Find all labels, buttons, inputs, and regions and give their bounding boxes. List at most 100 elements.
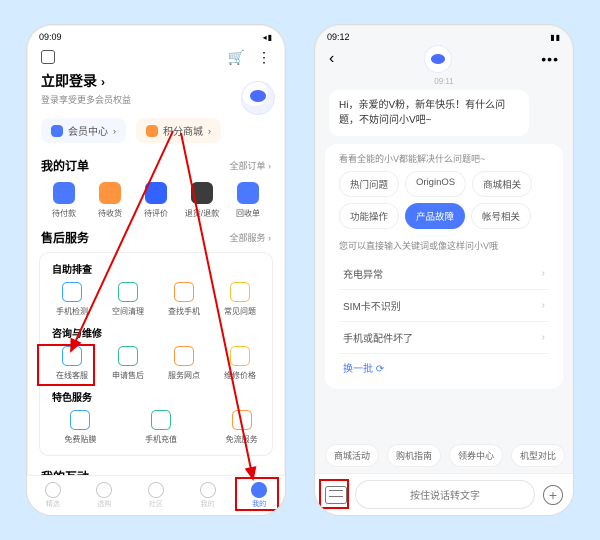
faq-item[interactable]: 充电异常› — [339, 258, 549, 290]
svc-storage-clean[interactable]: 空间清理 — [100, 282, 156, 317]
svc-free-film[interactable]: 免费贴膜 — [54, 410, 107, 445]
message-time: 09:11 — [315, 77, 573, 86]
recharge-icon — [151, 410, 171, 430]
film-icon — [70, 410, 90, 430]
chevron-right-icon: › — [113, 126, 116, 136]
pin-icon — [174, 346, 194, 366]
header-row: 🛒 ⋮ — [27, 45, 285, 69]
chevron-right-icon: › — [542, 300, 545, 311]
input-bar: 按住说话转文字 + — [315, 473, 573, 515]
assistant-avatar[interactable] — [241, 81, 275, 115]
status-bar: 09:09 ◂▮ — [27, 25, 285, 45]
back-icon[interactable]: ‹ — [329, 50, 334, 68]
status-time: 09:12 — [327, 32, 350, 42]
chevron-right-icon: › — [208, 126, 211, 136]
tab-community[interactable]: 社区 — [130, 476, 182, 515]
question-icon — [230, 282, 250, 302]
chevron-right-icon: › — [542, 332, 545, 343]
chevron-right-icon: › — [101, 75, 105, 89]
login-title: 立即登录 — [41, 73, 97, 89]
recycle-icon — [237, 182, 259, 204]
left-phone: 09:09 ◂▮ 🛒 ⋮ 立即登录 › 登录享受更多会员权益 会员中心 › 积分商… — [26, 24, 286, 516]
cat-product-fault[interactable]: 产品故障 — [405, 203, 465, 229]
member-center-chip[interactable]: 会员中心 › — [41, 118, 126, 143]
refund-icon — [191, 182, 213, 204]
cart-icon[interactable]: 🛒 — [228, 49, 245, 66]
plus-icon[interactable]: + — [543, 485, 563, 505]
cat-hot[interactable]: 热门问题 — [339, 171, 399, 197]
quick-coupons[interactable]: 领券中心 — [449, 444, 503, 467]
package-icon — [99, 182, 121, 204]
order-pending-pay[interactable]: 待付款 — [41, 182, 87, 219]
status-icons: ◂▮ — [263, 33, 273, 42]
status-bar: 09:12 ▮▮ — [315, 25, 573, 45]
annotation-box — [235, 477, 279, 511]
cat-originos[interactable]: OriginOS — [405, 171, 466, 197]
quick-links: 商城活动 购机指南 领券中心 机型对比 以 — [315, 438, 573, 473]
tab-shop[interactable]: 选购 — [79, 476, 131, 515]
svc-find-phone[interactable]: 查找手机 — [156, 282, 212, 317]
phone-check-icon — [62, 282, 82, 302]
clean-icon — [118, 282, 138, 302]
settings-hex-icon[interactable] — [41, 50, 55, 64]
tab-service[interactable]: 我的 — [182, 476, 234, 515]
cat-account[interactable]: 帐号相关 — [471, 203, 531, 229]
refresh-button[interactable]: 换一批 ⟳ — [339, 354, 549, 381]
right-phone: 09:12 ▮▮ ‹ ••• 09:11 Hi，亲爱的V粉，新年快乐！有什么问题… — [314, 24, 574, 516]
kebab-icon[interactable]: ⋮ — [257, 49, 271, 66]
chevron-right-icon: › — [542, 268, 545, 279]
form-icon — [118, 346, 138, 366]
diamond-icon — [51, 125, 63, 137]
service-title: 售后服务 — [41, 229, 89, 246]
left-scroll: 09:09 ◂▮ 🛒 ⋮ 立即登录 › 登录享受更多会员权益 会员中心 › 积分商… — [27, 25, 285, 515]
wallet-icon — [53, 182, 75, 204]
orders-more[interactable]: 全部订单 › — [230, 159, 272, 172]
quick-guide[interactable]: 购机指南 — [387, 444, 441, 467]
chat-header: ‹ ••• — [315, 45, 573, 73]
order-refund[interactable]: 退货/退款 — [179, 182, 225, 219]
heart-icon — [45, 482, 61, 498]
locate-icon — [174, 282, 194, 302]
orders-title: 我的订单 — [41, 157, 89, 174]
greeting-bubble: Hi，亲爱的V粉，新年快乐！有什么问题，不妨问问小V吧~ — [329, 90, 529, 136]
status-time: 09:09 — [39, 32, 62, 42]
svc-faq[interactable]: 常见问题 — [212, 282, 268, 317]
coin-icon — [146, 125, 158, 137]
faq-hint: 您可以直接输入关键词或像这样问小V哦 — [339, 239, 549, 252]
order-recycle[interactable]: 回收单 — [225, 182, 271, 219]
svc-service-point[interactable]: 服务网点 — [156, 346, 212, 381]
community-icon — [148, 482, 164, 498]
hold-to-talk[interactable]: 按住说话转文字 — [355, 480, 535, 509]
bag-icon — [96, 482, 112, 498]
category-row: 热门问题 OriginOS 商城相关 功能操作 产品故障 帐号相关 — [339, 171, 549, 229]
cat-mall[interactable]: 商城相关 — [472, 171, 532, 197]
svc-repair-price[interactable]: 维修价格 — [212, 346, 268, 381]
order-pending-review[interactable]: 待评价 — [133, 182, 179, 219]
group-a-title: 自助排查 — [42, 259, 270, 280]
login-sub: 登录享受更多会员权益 — [41, 93, 271, 106]
tab-featured[interactable]: 精选 — [27, 476, 79, 515]
group-c-title: 特色服务 — [42, 387, 270, 408]
faq-item[interactable]: 手机或配件坏了› — [339, 322, 549, 354]
quick-compare[interactable]: 机型对比 — [511, 444, 565, 467]
assistant-avatar[interactable] — [424, 45, 452, 73]
quick-activity[interactable]: 商城活动 — [325, 444, 379, 467]
order-pending-receive[interactable]: 待收货 — [87, 182, 133, 219]
data-icon — [232, 410, 252, 430]
group-b-title: 咨询与维修 — [42, 323, 270, 344]
points-mall-chip[interactable]: 积分商城 › — [136, 118, 221, 143]
annotation-box — [319, 479, 349, 509]
svc-free-data[interactable]: 免流服务 — [215, 410, 268, 445]
panel-hint: 看看全能的小V都能解决什么问题吧~ — [339, 152, 549, 165]
annotation-box — [37, 344, 95, 386]
cat-function[interactable]: 功能操作 — [339, 203, 399, 229]
svc-recharge[interactable]: 手机充值 — [135, 410, 188, 445]
chat-icon — [145, 182, 167, 204]
service-more[interactable]: 全部服务 › — [230, 231, 272, 244]
svc-apply-aftersale[interactable]: 申请售后 — [100, 346, 156, 381]
svc-phone-check[interactable]: 手机检测 — [44, 282, 100, 317]
more-icon[interactable]: ••• — [541, 51, 559, 67]
faq-item[interactable]: SIM卡不识别› — [339, 290, 549, 322]
tools-icon — [200, 482, 216, 498]
orders-row: 待付款 待收货 待评价 退货/退款 回收单 — [27, 176, 285, 225]
